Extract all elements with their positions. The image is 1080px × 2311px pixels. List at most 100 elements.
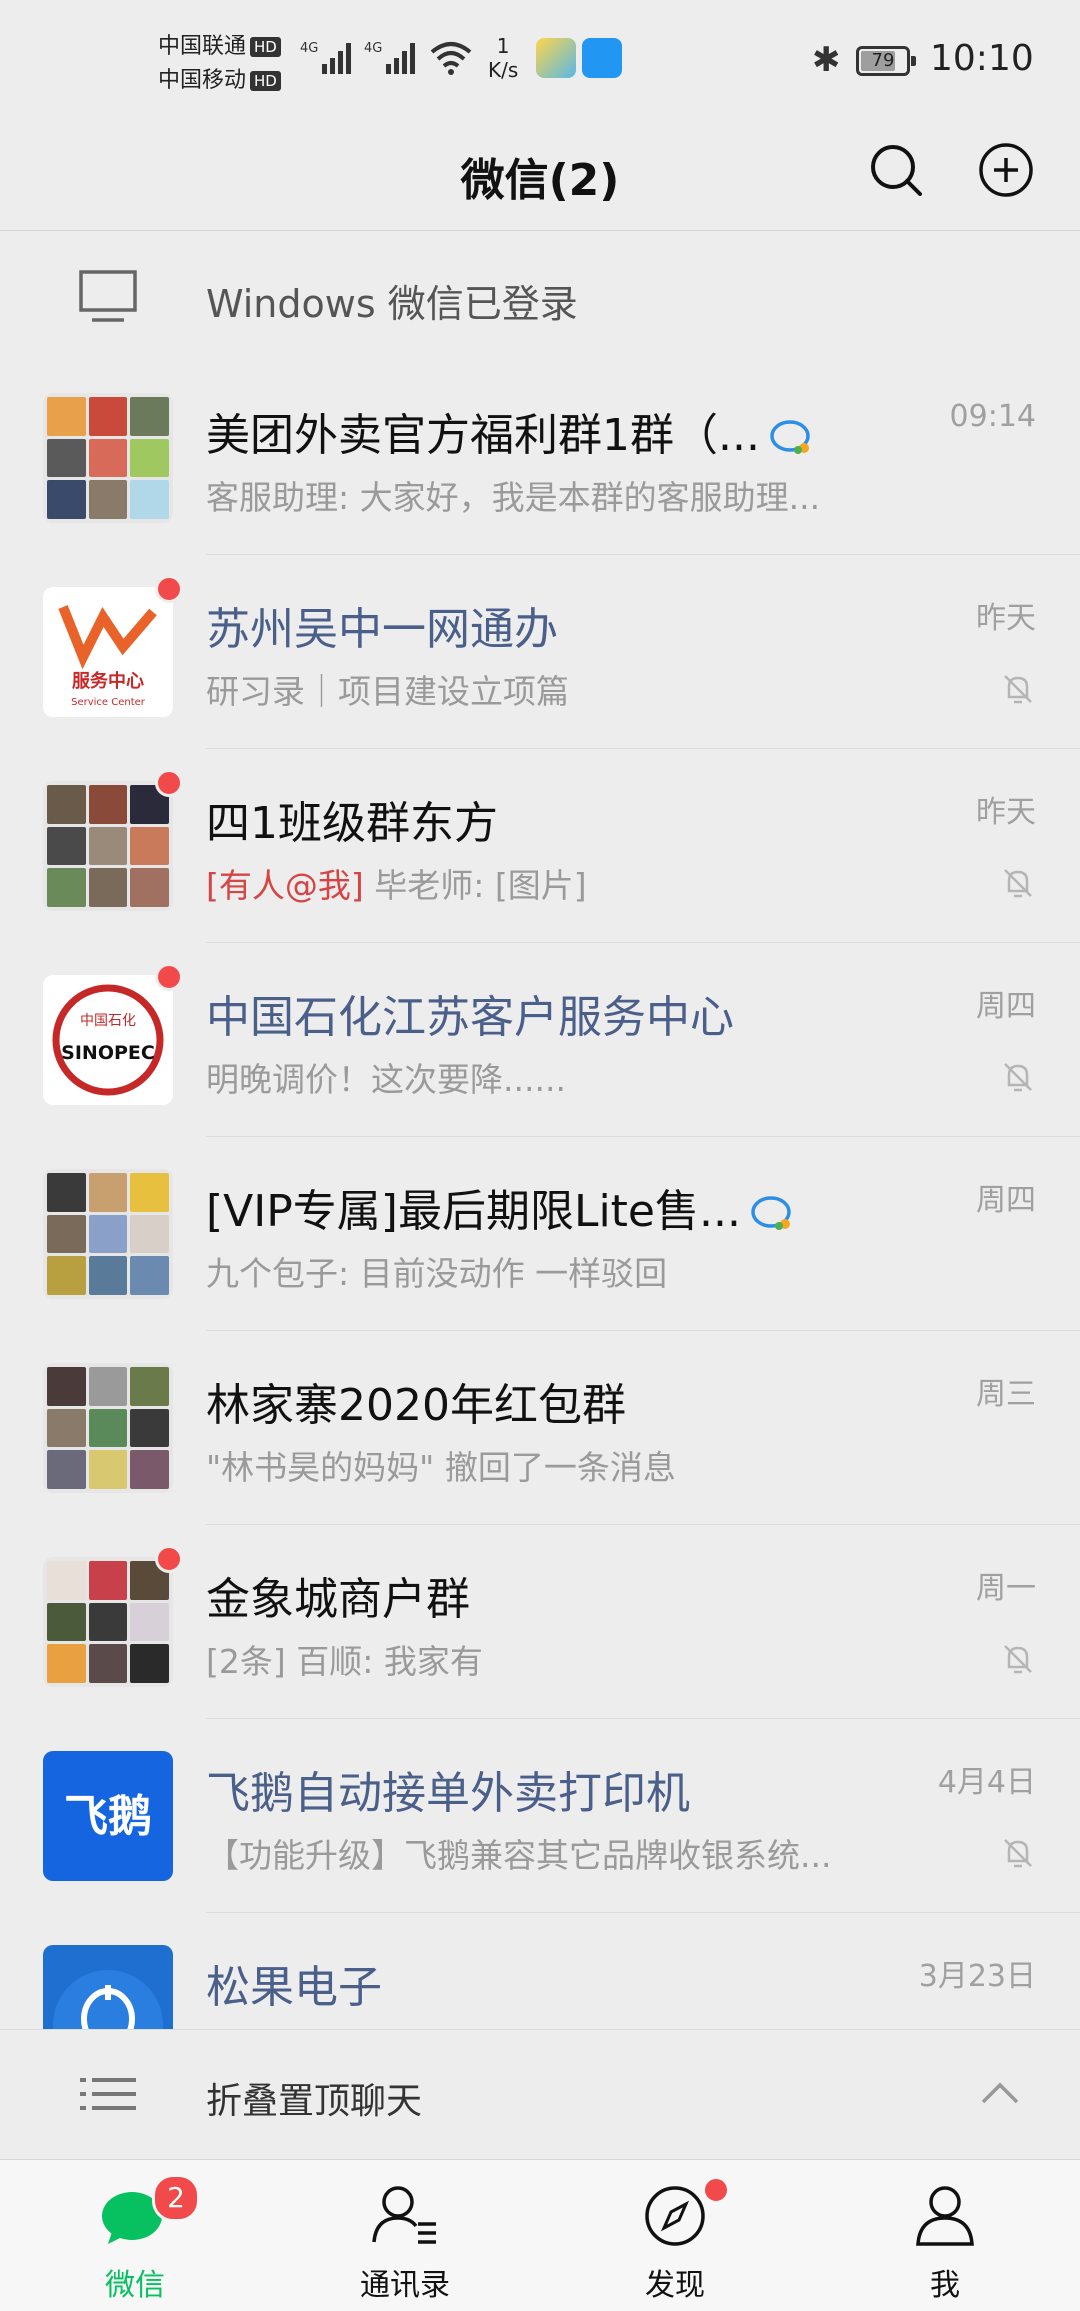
windows-login-label: Windows 微信已登录 [206, 282, 578, 326]
chat-preview: 客服助理: 大家好，我是本群的客服助理... [206, 478, 821, 517]
chat-preview: 研习录｜项目建设立项篇 [206, 672, 569, 711]
chat-time: 4月4日 [937, 1765, 1036, 1800]
svg-text:中国石化: 中国石化 [80, 1013, 136, 1029]
svg-text:飞鹅: 飞鹅 [64, 1791, 152, 1842]
new-moment-dot [702, 2176, 730, 2204]
chat-name: 金象城商户群 [206, 1574, 470, 1625]
chat-item[interactable]: 金象城商户群 [2条] 百顺: 我家有 周一 [0, 1525, 1080, 1719]
signal-icon: 4G [300, 41, 351, 74]
muted-bell-icon [1004, 1839, 1032, 1868]
chat-time: 昨天 [976, 795, 1036, 830]
chat-list[interactable]: 美团外卖官方福利群1群（... 客服助理: 大家好，我是本群的客服助理... 0… [0, 361, 1080, 2029]
windows-login-bar[interactable]: Windows 微信已登录 [0, 231, 1080, 361]
unread-dot [155, 769, 183, 797]
fold-pinned-label: 折叠置顶聊天 [206, 2081, 423, 2122]
chat-preview: [有人@我] 毕老师: [图片] [206, 866, 587, 905]
svg-text:服务中心: 服务中心 [72, 670, 144, 692]
group-avatar [43, 1169, 173, 1299]
group-chat-icon [770, 420, 810, 454]
chat-item[interactable]: 中国石化 SINOPEC 中国石化江苏客户服务中心 明晚调价！这次要降.....… [0, 943, 1080, 1137]
chat-name: 美团外卖官方福利群1群（... [206, 399, 816, 463]
battery-icon: 79 [856, 46, 916, 76]
muted-bell-icon [1004, 1645, 1032, 1674]
chat-time: 周三 [976, 1377, 1036, 1412]
chat-time: 昨天 [976, 601, 1036, 636]
list-icon [80, 2078, 136, 2110]
app-header: 微信(2) [0, 120, 1080, 230]
bottom-tab-bar: 2 微信 通讯录 发现 我 [0, 2159, 1080, 2311]
chat-item[interactable]: 服务中心 Service Center 苏州吴中一网通办 研习录｜项目建设立项篇… [0, 555, 1080, 749]
monitor-icon [79, 270, 137, 322]
carrier-info: 中国联通 HD 中国移动 HD [158, 30, 281, 98]
bluetooth-icon: ✱ [812, 40, 841, 80]
chat-time: 周一 [976, 1571, 1036, 1606]
chat-name: 飞鹅自动接单外卖打印机 [206, 1768, 690, 1819]
chat-preview: "林书昊的妈妈" 撤回了一条消息 [206, 1448, 676, 1487]
chat-preview: 【功能升级】飞鹅兼容其它品牌收银系统... [206, 1836, 832, 1875]
tab-chats[interactable]: 2 微信 [0, 2160, 270, 2311]
tab-contacts[interactable]: 通讯录 [270, 2160, 540, 2311]
official-account-avatar: 飞鹅 [43, 1751, 173, 1881]
signal-icon: 4G [364, 41, 415, 74]
group-avatar [43, 1557, 173, 1687]
app-notification-icon [582, 38, 622, 78]
app-notification-icon [536, 38, 576, 78]
clock: 10:10 [930, 38, 1034, 79]
mention-tag: [有人@我] [206, 866, 364, 905]
official-account-avatar: 服务中心 Service Center [43, 587, 173, 717]
official-account-avatar: 中国石化 SINOPEC [43, 975, 173, 1105]
chat-item[interactable]: 林家寨2020年红包群 "林书昊的妈妈" 撤回了一条消息 周三 [0, 1331, 1080, 1525]
group-avatar [43, 393, 173, 523]
carrier-1: 中国联通 [158, 34, 247, 59]
chat-preview: [2条] 百顺: 我家有 [206, 1642, 483, 1681]
svg-text:SINOPEC: SINOPEC [61, 1042, 155, 1064]
tab-me[interactable]: 我 [810, 2160, 1080, 2311]
chat-item[interactable]: [VIP专属]最后期限Lite售... 九个包子: 目前没动作 一样驳回 周四 [0, 1137, 1080, 1331]
svg-text:4G: 4G [300, 41, 318, 56]
chat-item[interactable]: 美团外卖官方福利群1群（... 客服助理: 大家好，我是本群的客服助理... 0… [0, 361, 1080, 555]
group-avatar [43, 781, 173, 911]
chevron-up-icon[interactable] [980, 2080, 1020, 2106]
tab-discover[interactable]: 发现 [540, 2160, 810, 2311]
chat-time: 周四 [976, 1183, 1036, 1218]
muted-bell-icon [1004, 1063, 1032, 1092]
wifi-icon [430, 42, 472, 75]
tab-label: 我 [930, 2268, 960, 2303]
chat-time: 09:14 [949, 399, 1036, 434]
person-icon [916, 2186, 974, 2246]
unread-dot [155, 963, 183, 991]
hd-badge: HD [250, 71, 281, 91]
network-speed: 1 K/s [488, 34, 519, 82]
chat-item[interactable]: 四1班级群东方 [有人@我] 毕老师: [图片] 昨天 [0, 749, 1080, 943]
official-account-avatar [43, 1945, 173, 2029]
chat-name: 松果电子 [206, 1962, 382, 2013]
svg-text:Service Center: Service Center [71, 697, 146, 708]
unread-dot [155, 575, 183, 603]
chat-preview: 明晚调价！这次要降...... [206, 1060, 566, 1099]
chat-name: 林家寨2020年红包群 [206, 1380, 626, 1431]
status-bar: 中国联通 HD 中国移动 HD 4G 4G 1 K/s ✱ 79 10:10 [0, 0, 1080, 120]
chat-name: [VIP专属]最后期限Lite售... [206, 1175, 797, 1239]
contacts-icon [372, 2186, 436, 2244]
chat-item[interactable]: 飞鹅 飞鹅自动接单外卖打印机 【功能升级】飞鹅兼容其它品牌收银系统... 4月4… [0, 1719, 1080, 1913]
search-icon[interactable] [866, 140, 926, 200]
compass-icon [645, 2186, 705, 2246]
unread-badge: 2 [152, 2174, 200, 2222]
chat-preview: 九个包子: 目前没动作 一样驳回 [206, 1254, 668, 1293]
tab-label: 发现 [645, 2268, 705, 2303]
group-chat-icon [751, 1196, 791, 1230]
group-avatar [43, 1363, 173, 1493]
chat-time: 3月23日 [918, 1959, 1036, 1994]
fold-pinned-chats-bar[interactable]: 折叠置顶聊天 [0, 2029, 1080, 2160]
chat-name: 中国石化江苏客户服务中心 [206, 992, 734, 1043]
unread-dot [155, 1545, 183, 1573]
svg-text:4G: 4G [364, 41, 382, 56]
chat-item[interactable]: 松果电子 3月23日 [0, 1913, 1080, 2029]
plus-circle-icon[interactable] [976, 140, 1036, 200]
hd-badge: HD [250, 37, 281, 57]
chat-name: 苏州吴中一网通办 [206, 604, 558, 655]
muted-bell-icon [1004, 675, 1032, 704]
muted-bell-icon [1004, 869, 1032, 898]
chat-time: 周四 [976, 989, 1036, 1024]
tab-label: 微信 [105, 2268, 165, 2303]
